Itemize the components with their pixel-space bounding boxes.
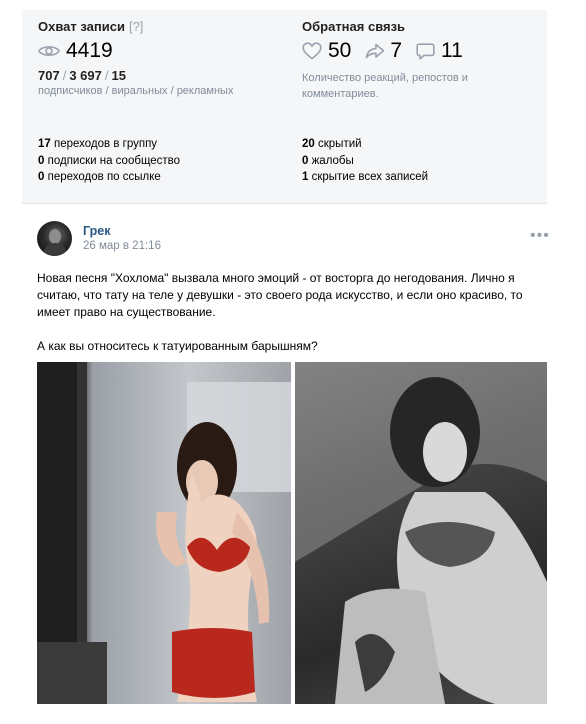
feedback-title: Обратная связь — [302, 19, 406, 34]
views-count: 4419 — [66, 39, 113, 62]
left-stats-list: 17 переходов в группу 0 подписки на сооб… — [38, 136, 180, 186]
reach-help-link[interactable]: [?] — [129, 19, 143, 34]
post-text: Новая песня "Хохлома" вызвала много эмоц… — [37, 270, 537, 355]
comments-count: 11 — [441, 39, 463, 62]
post-author-link[interactable]: Грек — [83, 224, 110, 238]
list-item: 1 скрытие всех записей — [302, 171, 429, 183]
share-arrow-icon — [365, 43, 385, 59]
post-stats-panel: Охват записи [?] 4419 707/3 697/15 подпис… — [22, 10, 547, 204]
reach-views: 4419 — [38, 39, 113, 63]
comment-icon — [416, 42, 435, 60]
post-photo-1[interactable] — [37, 362, 291, 704]
post-photo-2[interactable] — [295, 362, 547, 704]
right-stats-list: 20 скрытий 0 жалобы 1 скрытие всех запис… — [302, 136, 428, 186]
likes-count: 50 — [328, 39, 352, 62]
reposts-count: 7 — [390, 39, 403, 62]
avatar[interactable] — [37, 221, 72, 256]
feedback-counters: 50 7 11 — [302, 39, 463, 63]
photo-1-illustration — [37, 362, 291, 704]
feedback-description: Количество реакций, репостов и комментар… — [302, 72, 468, 100]
post-date-link[interactable]: 26 мар в 21:16 — [83, 240, 161, 252]
list-item: 17 переходов в группу — [38, 138, 158, 150]
post-text-paragraph: Новая песня "Хохлома" вызвала много эмоц… — [37, 271, 523, 319]
list-item: 0 жалобы — [302, 154, 354, 167]
eye-icon — [38, 44, 60, 58]
more-options-icon[interactable]: ••• — [530, 228, 550, 244]
photo-2-illustration — [295, 362, 547, 704]
heart-icon — [302, 42, 322, 60]
list-item: 0 переходов по ссылке — [38, 171, 161, 183]
reach-breakdown: 707/3 697/15 — [38, 68, 126, 83]
post-text-question: А как вы относитесь к татуированным бары… — [37, 339, 318, 353]
reach-breakdown-caption: подписчиков / виральных / рекламных — [38, 85, 234, 97]
reach-title: Охват записи [?] — [38, 19, 144, 34]
list-item: 0 подписки на сообщество — [38, 154, 181, 167]
list-item: 20 скрытий — [302, 138, 362, 150]
